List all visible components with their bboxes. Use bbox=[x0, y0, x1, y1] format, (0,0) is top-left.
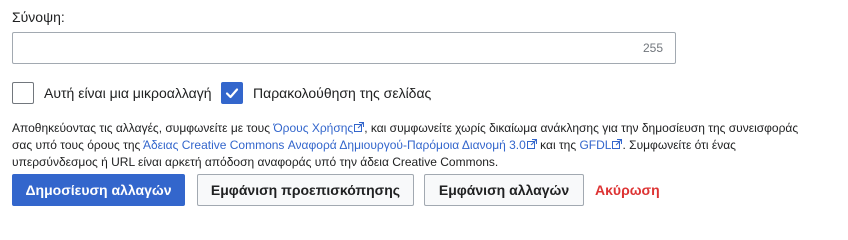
char-count: 255 bbox=[642, 41, 663, 55]
minor-edit-option[interactable]: Αυτή είναι μια μικροαλλαγή bbox=[12, 82, 212, 104]
terms-of-use-link[interactable]: Όρους Χρήσης bbox=[273, 121, 365, 135]
checkmark-icon bbox=[225, 88, 239, 99]
legal-text: Αποθηκεύοντας τις αλλαγές, συμφωνείτε με… bbox=[12, 121, 274, 135]
watch-page-option[interactable]: Παρακολούθηση της σελίδας bbox=[221, 82, 431, 104]
terms-of-use-link-text[interactable]: Όρους Χρήσης bbox=[273, 121, 353, 135]
gfdl-link-text[interactable]: GFDL bbox=[579, 138, 611, 152]
external-link-icon bbox=[526, 139, 537, 149]
minor-edit-checkbox[interactable] bbox=[12, 82, 34, 104]
summary-label: Σύνοψη: bbox=[12, 9, 65, 25]
summary-input[interactable] bbox=[13, 33, 675, 63]
external-link-icon bbox=[354, 122, 365, 132]
save-button[interactable]: Δημοσίευση αλλαγών bbox=[12, 174, 185, 206]
legal-text: και της bbox=[536, 138, 580, 152]
external-link-icon bbox=[612, 139, 623, 149]
cancel-link[interactable]: Ακύρωση bbox=[595, 182, 660, 198]
show-changes-button[interactable]: Εμφάνιση αλλαγών bbox=[424, 174, 584, 206]
preview-button[interactable]: Εμφάνιση προεπισκόπησης bbox=[197, 174, 414, 206]
watch-page-label[interactable]: Παρακολούθηση της σελίδας bbox=[253, 85, 431, 101]
license-link-text[interactable]: Άδειας Creative Commons Αναφορά Δημιουργ… bbox=[143, 138, 526, 152]
watch-page-checkbox[interactable] bbox=[221, 82, 243, 104]
license-link[interactable]: Άδειας Creative Commons Αναφορά Δημιουργ… bbox=[143, 138, 537, 152]
summary-field[interactable]: 255 bbox=[12, 32, 676, 64]
gfdl-link[interactable]: GFDL bbox=[579, 138, 623, 152]
minor-edit-label[interactable]: Αυτή είναι μια μικροαλλαγή bbox=[44, 85, 212, 101]
legal-notice: Αποθηκεύοντας τις αλλαγές, συμφωνείτε με… bbox=[12, 120, 818, 171]
